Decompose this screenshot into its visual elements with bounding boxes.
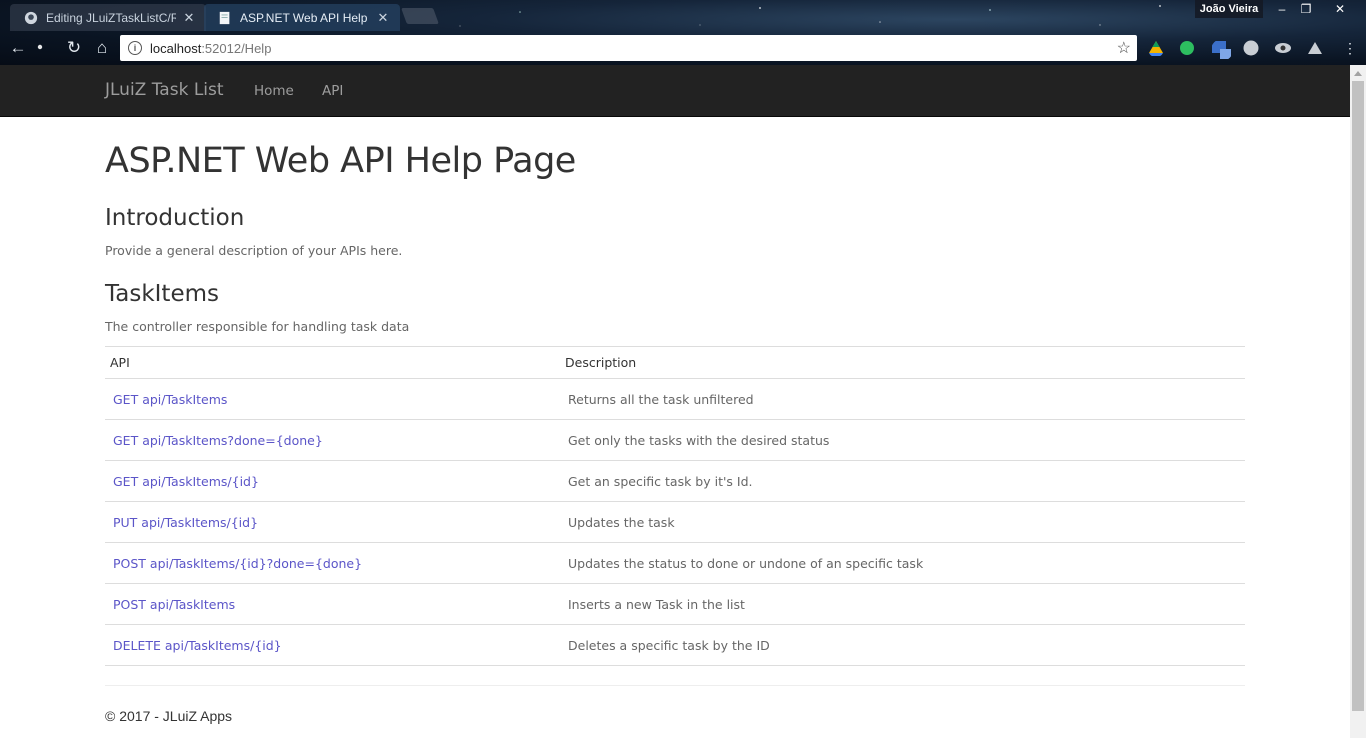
site-navbar: JLuiZ Task List Home API — [0, 65, 1350, 117]
document-icon — [219, 11, 230, 24]
restore-button[interactable]: ❐ — [1294, 0, 1318, 18]
scrollbar-thumb[interactable] — [1352, 81, 1364, 711]
tab-title: Editing JLuiZTaskListC/RE — [46, 10, 176, 25]
taskitems-heading: TaskItems — [105, 281, 219, 307]
minimize-button[interactable]: – — [1270, 0, 1294, 18]
table-row: GET api/TaskItems?done={done} Get only t… — [105, 419, 1245, 461]
tab-github-editing[interactable]: Editing JLuiZTaskListC/RE ✕ — [10, 4, 206, 31]
browser-toolbar: ← ↻ ⌂ i localhost:52012/Help ☆ ⋮ — [0, 31, 1366, 65]
extension-icon[interactable] — [1211, 39, 1233, 61]
bookmark-star-icon[interactable]: ☆ — [1117, 38, 1131, 58]
api-link[interactable]: POST api/TaskItems — [105, 583, 560, 625]
api-description: Deletes a specific task by the ID — [560, 624, 1245, 666]
api-link[interactable]: POST api/TaskItems/{id}?done={done} — [105, 542, 560, 584]
eye-icon[interactable] — [1274, 39, 1292, 57]
vertical-scrollbar[interactable] — [1350, 65, 1366, 738]
api-link[interactable]: PUT api/TaskItems/{id} — [105, 501, 560, 543]
footer-divider — [105, 685, 1245, 686]
table-row: POST api/TaskItems/{id}?done={done} Upda… — [105, 542, 1245, 584]
home-icon[interactable]: ⌂ — [90, 36, 114, 60]
menu-icon[interactable]: ⋮ — [1338, 36, 1362, 60]
page-title: ASP.NET Web API Help Page — [105, 141, 576, 181]
tab-close-icon[interactable]: ✕ — [376, 10, 390, 26]
reload-icon[interactable]: ↻ — [62, 36, 86, 60]
back-arrow-icon[interactable]: ← — [6, 36, 30, 60]
api-description: Get only the tasks with the desired stat… — [560, 419, 1245, 461]
column-header-api: API — [105, 346, 560, 379]
compass-icon[interactable] — [1242, 39, 1260, 57]
close-window-button[interactable]: ✕ — [1328, 0, 1352, 18]
address-bar[interactable]: i localhost:52012/Help ☆ — [120, 35, 1137, 61]
api-description: Updates the status to done or undone of … — [560, 542, 1245, 584]
brand-link[interactable]: JLuiZ Task List — [105, 80, 224, 100]
evernote-icon[interactable] — [1178, 39, 1196, 57]
introduction-text: Provide a general description of your AP… — [105, 243, 403, 258]
tab-title: ASP.NET Web API Help P — [240, 10, 370, 25]
api-link[interactable]: GET api/TaskItems — [105, 378, 560, 420]
info-icon[interactable]: i — [128, 41, 142, 55]
api-description: Updates the task — [560, 501, 1245, 543]
new-tab-button[interactable] — [401, 8, 439, 24]
scroll-up-arrow-icon[interactable] — [1354, 71, 1362, 76]
table-row: DELETE api/TaskItems/{id} Deletes a spec… — [105, 624, 1245, 666]
api-link[interactable]: GET api/TaskItems/{id} — [105, 460, 560, 502]
api-link[interactable]: DELETE api/TaskItems/{id} — [105, 624, 560, 666]
google-drive-icon[interactable] — [1147, 39, 1165, 57]
footer-copyright: © 2017 - JLuiZ Apps — [105, 708, 233, 724]
url-host: localhost — [150, 40, 202, 56]
nav-link-api[interactable]: API — [322, 83, 343, 99]
drive-icon[interactable] — [1306, 39, 1324, 57]
nav-link-home[interactable]: Home — [254, 83, 294, 99]
table-header-row: API Description — [105, 346, 1245, 379]
github-icon — [24, 11, 38, 24]
taskitems-description: The controller responsible for handling … — [105, 319, 410, 334]
api-description: Returns all the task unfiltered — [560, 378, 1245, 420]
api-link[interactable]: GET api/TaskItems?done={done} — [105, 419, 560, 461]
tab-close-icon[interactable]: ✕ — [182, 10, 196, 26]
column-header-description: Description — [560, 346, 1245, 379]
table-row: GET api/TaskItems Returns all the task u… — [105, 378, 1245, 420]
browser-chrome: Editing JLuiZTaskListC/RE ✕ ASP.NET Web … — [0, 0, 1366, 65]
tab-help-page[interactable]: ASP.NET Web API Help P ✕ — [204, 4, 400, 31]
table-row: POST api/TaskItems Inserts a new Task in… — [105, 583, 1245, 625]
api-description: Inserts a new Task in the list — [560, 583, 1245, 625]
api-description: Get an specific task by it's Id. — [560, 460, 1245, 502]
api-table: API Description GET api/TaskItems Return… — [105, 346, 1245, 666]
table-row: PUT api/TaskItems/{id} Updates the task — [105, 501, 1245, 543]
table-row: GET api/TaskItems/{id} Get an specific t… — [105, 460, 1245, 502]
profile-button[interactable]: João Vieira — [1195, 0, 1263, 18]
url-path: :52012/Help — [201, 40, 272, 56]
introduction-heading: Introduction — [105, 205, 245, 231]
